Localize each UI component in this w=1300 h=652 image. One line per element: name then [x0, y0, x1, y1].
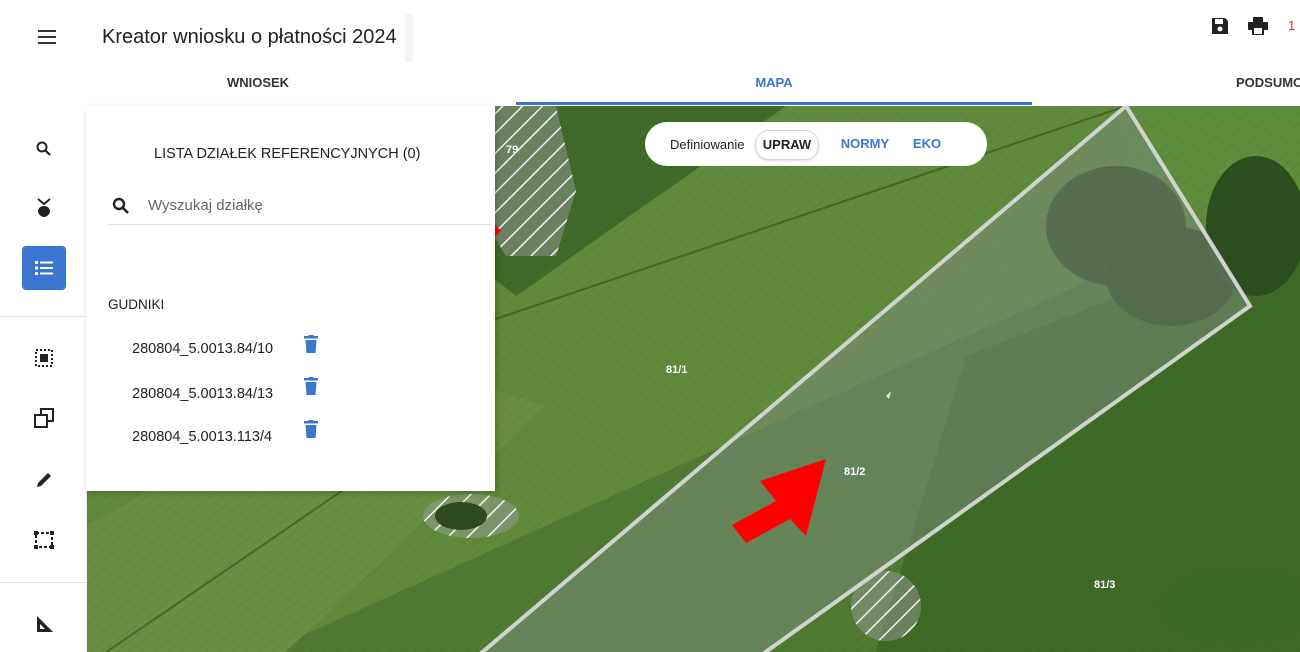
search-icon [36, 141, 51, 156]
list-icon [35, 261, 53, 275]
delete-icon[interactable] [304, 335, 318, 353]
reference-plots-panel: LISTA DZIAŁEK REFERENCYJNYCH (0) GUDNIKI… [86, 106, 495, 491]
list-tool-button[interactable] [22, 246, 66, 290]
plot-list-item[interactable]: 280804_5.0013.84/10 [132, 341, 273, 357]
toggle-upraw[interactable]: UPRAW [755, 130, 819, 160]
notification-badge: 1 [1288, 18, 1296, 33]
search-tool-button[interactable] [22, 127, 66, 171]
search-icon [112, 197, 129, 214]
main-tabs: WNIOSEK MAPA PODSUMO [0, 66, 1300, 106]
ruler-angle-icon [37, 616, 53, 632]
hamburger-menu-icon[interactable] [38, 30, 56, 44]
parcel-label: 79 [506, 144, 519, 156]
locate-tool-button[interactable] [22, 186, 66, 230]
measure-tool-button[interactable] [22, 602, 66, 646]
tab-wniosek[interactable]: WNIOSEK [0, 66, 516, 106]
layer-mode-label: Definiowanie [670, 137, 745, 152]
annotation-arrow [732, 459, 826, 543]
toggle-eko[interactable]: EKO [907, 130, 947, 158]
rectangle-tool-button[interactable] [22, 518, 66, 562]
tab-podsumowanie[interactable]: PODSUMO [1032, 66, 1300, 106]
toggle-normy[interactable]: NORMY [835, 130, 895, 158]
plot-search-input[interactable] [146, 196, 470, 215]
delete-icon[interactable] [304, 420, 318, 438]
app-title: Kreator wniosku o płatności 2024 [102, 26, 397, 48]
draw-tool-button[interactable] [22, 458, 66, 502]
copy-icon [34, 408, 54, 428]
app-header: Kreator wniosku o płatności 2024 1 WNIOS… [0, 0, 1300, 107]
location-pin-icon [37, 198, 51, 217]
active-tab-indicator [516, 102, 1032, 105]
group-label: GUDNIKI [108, 297, 165, 312]
parcel-label: 81/1 [666, 364, 688, 376]
panel-title: LISTA DZIAŁEK REFERENCYJNYCH (0) [154, 146, 421, 162]
layer-mode-toggle: Definiowanie UPRAW NORMY EKO [645, 122, 987, 166]
plot-list-item[interactable]: 280804_5.0013.84/13 [132, 386, 273, 402]
dashed-rectangle-icon [34, 531, 54, 549]
toolbar-divider [0, 316, 86, 317]
copy-tool-button[interactable] [22, 396, 66, 440]
tab-mapa[interactable]: MAPA [516, 66, 1032, 106]
select-area-icon [35, 349, 53, 367]
toolbar-divider [0, 582, 86, 583]
save-icon[interactable] [1211, 17, 1229, 35]
plot-list-item[interactable]: 280804_5.0013.113/4 [132, 429, 272, 445]
print-icon[interactable] [1248, 17, 1268, 35]
parcel-label: 81/3 [1094, 579, 1116, 591]
delete-icon[interactable] [304, 377, 318, 395]
map-toolbar [0, 106, 87, 652]
pencil-icon [37, 473, 51, 487]
parcel-label: 81/2 [844, 466, 866, 478]
plot-search [108, 192, 491, 225]
title-divider [405, 14, 413, 62]
select-area-tool-button[interactable] [22, 336, 66, 380]
